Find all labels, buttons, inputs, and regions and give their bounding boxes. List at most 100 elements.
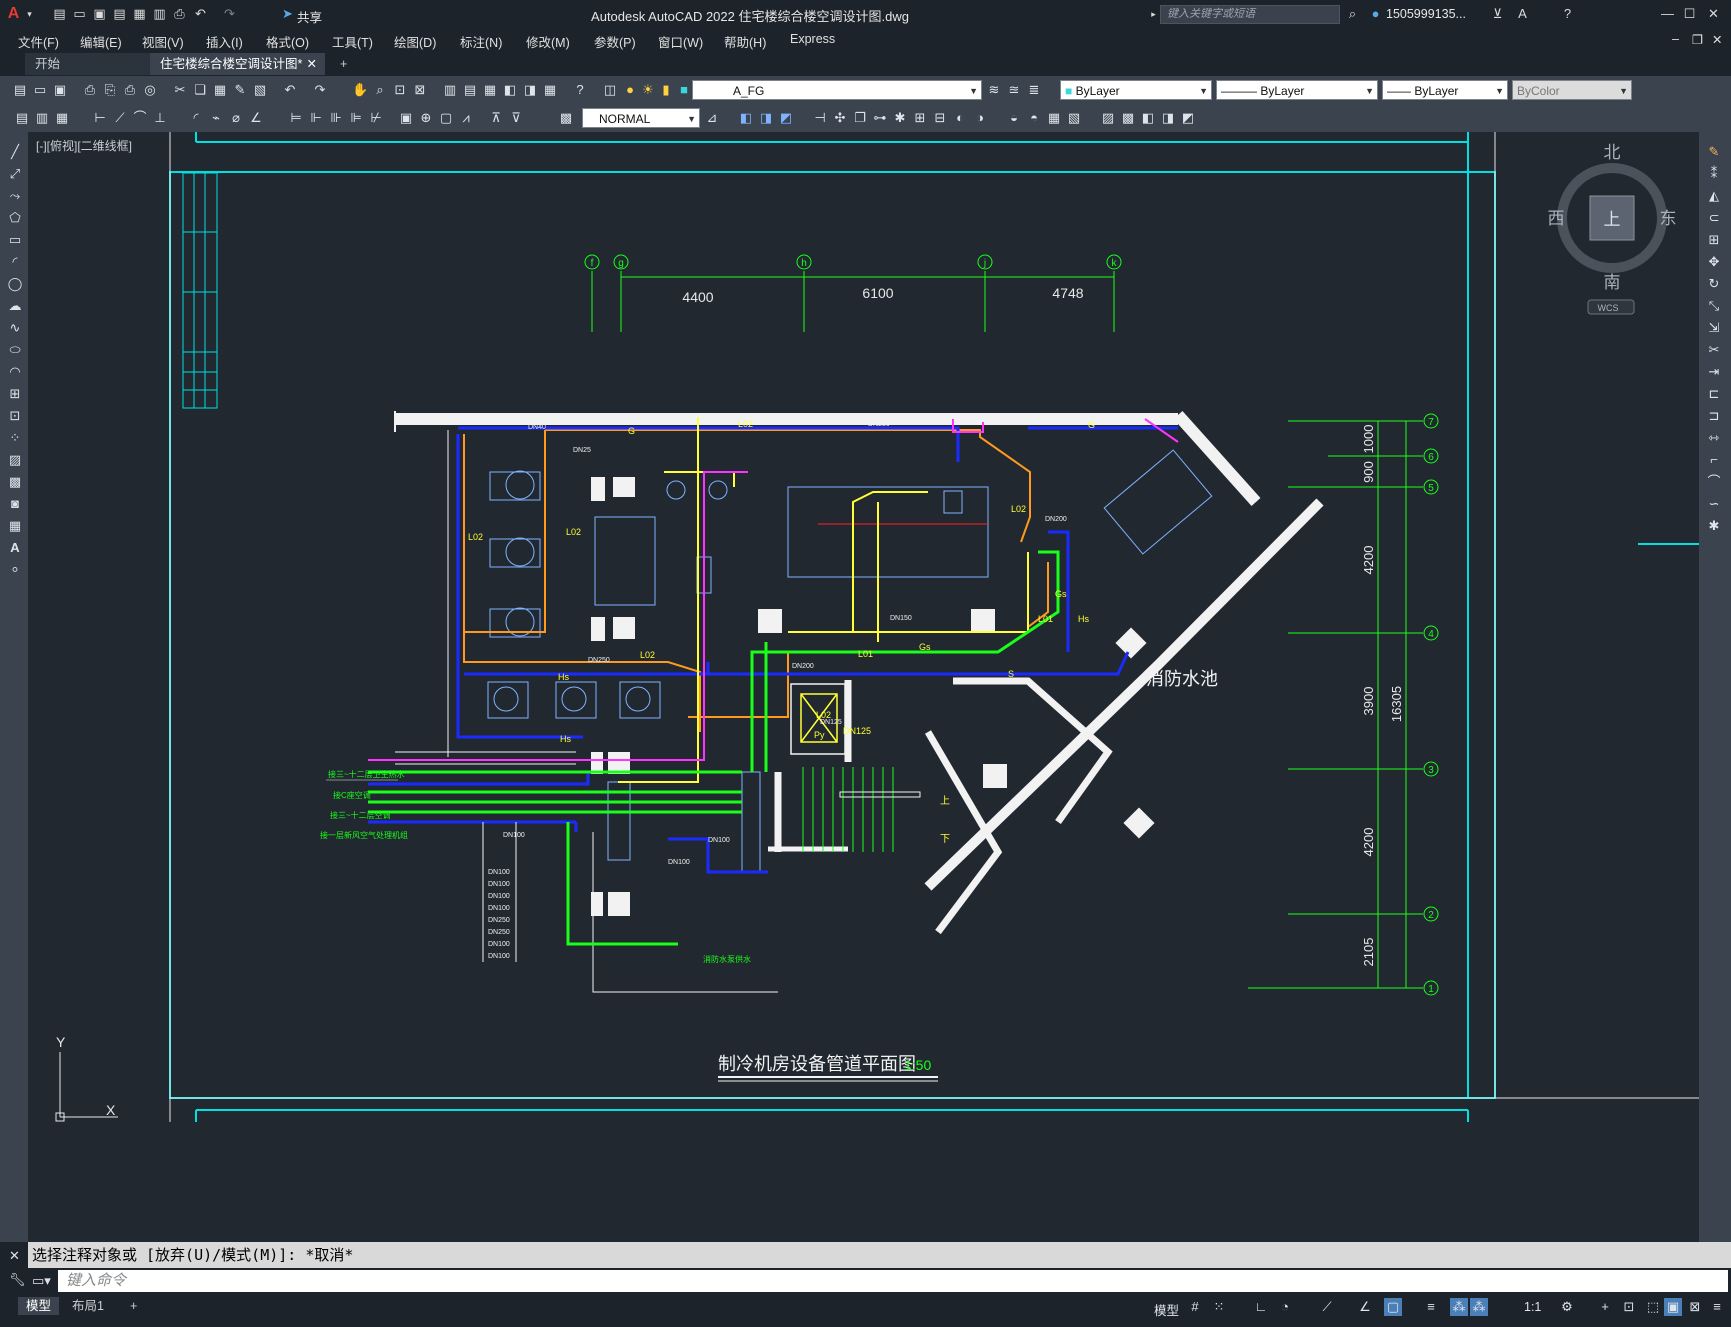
autodesk-app-icon[interactable]: A — [1515, 7, 1530, 21]
trim-icon[interactable]: ✂ — [1706, 342, 1722, 358]
circle-icon[interactable]: ◯ — [7, 276, 23, 292]
ellipse-arc-icon[interactable]: ◠ — [7, 364, 23, 380]
publish-icon[interactable]: ⎙ — [122, 82, 138, 98]
dim-edit-icon[interactable]: ⊼ — [488, 110, 504, 126]
group-icon[interactable]: ⊞ — [912, 110, 928, 126]
insert-block-icon[interactable]: ⊞ — [7, 386, 23, 402]
table-icon[interactable]: ▦ — [7, 518, 23, 534]
undo-icon[interactable]: ↶ — [193, 7, 208, 21]
dim-space-icon[interactable]: ⊫ — [348, 110, 364, 126]
color-dropdown[interactable]: ■ ByLayer ▼ — [1060, 80, 1212, 100]
dim-arc-icon[interactable]: ⌒ — [132, 110, 148, 126]
attach-icon[interactable]: ▦ — [1046, 110, 1062, 126]
stretch-icon[interactable]: ⇲ — [1706, 320, 1722, 336]
isodraft-icon[interactable]: ⟋ — [1318, 1298, 1336, 1316]
tool-palettes-icon[interactable]: ▦ — [482, 82, 498, 98]
layer-sun-icon[interactable]: ☀ — [640, 82, 656, 98]
search-input[interactable]: 键入关键字或短语 — [1160, 5, 1340, 24]
user-icon[interactable]: ● — [1368, 7, 1383, 21]
erase-icon[interactable]: ✎ — [1706, 144, 1722, 160]
mirror-icon[interactable]: ◭ — [1706, 188, 1722, 204]
array-icon[interactable]: ⊞ — [1706, 232, 1722, 248]
spline-icon[interactable]: ∿ — [7, 320, 23, 336]
close-icon[interactable]: ✕ — [1706, 7, 1721, 21]
workspace-gear-icon[interactable]: ⚙ — [1558, 1298, 1576, 1316]
construction-line-icon[interactable]: ⤢ — [7, 166, 23, 182]
tab-start[interactable]: 开始 — [25, 53, 150, 75]
layer-lock-icon[interactable]: ▮ — [658, 82, 674, 98]
transparency-icon[interactable]: ◩ — [1180, 110, 1196, 126]
graphics-perf-icon[interactable]: ▣ — [1664, 1298, 1682, 1316]
raster-icon[interactable]: ◧ — [1140, 110, 1156, 126]
doc-restore-icon[interactable]: ❐ — [1692, 32, 1703, 47]
layer-dropdown[interactable]: A_FG ▼ — [692, 80, 982, 100]
dim-linear-icon[interactable]: ⊢ — [92, 110, 108, 126]
linetype-dropdown[interactable]: ——— ByLayer ▼ — [1216, 80, 1378, 100]
break-icon[interactable]: ⊐ — [1706, 408, 1722, 424]
copy-tool-icon[interactable]: ❐ — [852, 110, 868, 126]
break-at-point-icon[interactable]: ⊏ — [1706, 386, 1722, 402]
explode-object-icon[interactable]: ✱ — [1706, 518, 1722, 534]
design-center-icon[interactable]: ▤ — [462, 82, 478, 98]
calculator-icon[interactable]: ▦ — [542, 82, 558, 98]
fillet-icon[interactable]: ⌒ — [1706, 474, 1722, 490]
clip-icon[interactable]: ▧ — [1066, 110, 1082, 126]
match-prop-icon[interactable]: ✎ — [232, 82, 248, 98]
mtext-icon[interactable]: A — [7, 540, 23, 556]
line-icon[interactable]: ╱ — [7, 144, 23, 160]
pan-icon[interactable]: ✋ — [352, 82, 368, 98]
save-web-icon[interactable]: ▥ — [152, 7, 167, 21]
extend-icon[interactable]: ⇥ — [1706, 364, 1722, 380]
isolate-objects-icon[interactable]: ⬚ — [1644, 1298, 1662, 1316]
cmd-settings-icon[interactable]: 🔧︎ — [9, 1272, 26, 1288]
isolate-icon[interactable]: ◐ — [952, 110, 968, 126]
frame-icon[interactable]: ▩ — [1120, 110, 1136, 126]
user-id[interactable]: 1505999135... — [1386, 7, 1466, 21]
adjust-icon[interactable]: ▨ — [1100, 110, 1116, 126]
menu-edit[interactable]: 编辑(E) — [80, 32, 122, 51]
doc-close-icon[interactable]: ✕ — [1712, 32, 1722, 47]
open-icon[interactable]: ▭ — [32, 82, 48, 98]
help-icon[interactable]: ? — [572, 82, 588, 98]
redo-icon[interactable]: ↷ — [222, 7, 237, 21]
minimize-icon[interactable]: — — [1660, 7, 1675, 21]
dim-ordinate-icon[interactable]: ⊥ — [152, 110, 168, 126]
lineweight-dropdown[interactable]: —— ByLayer ▼ — [1382, 80, 1508, 100]
ungroup-icon[interactable]: ⊟ — [932, 110, 948, 126]
draworder-above-icon[interactable]: ◩ — [778, 110, 794, 126]
sheetset-icon[interactable]: ◧ — [502, 82, 518, 98]
search-expand-icon[interactable]: ▸ — [1146, 7, 1161, 21]
offset-icon[interactable]: ⊂ — [1706, 210, 1722, 226]
share-icon[interactable]: ➤ — [280, 7, 295, 21]
point-icon[interactable]: ⁘ — [7, 430, 23, 446]
share-label[interactable]: 共享 — [297, 7, 322, 26]
annotation-scale[interactable]: 1:1 — [1524, 1300, 1541, 1314]
auto-scale-icon[interactable]: ⁂ — [1470, 1298, 1488, 1316]
copy-object-icon[interactable]: ⁑ — [1706, 166, 1722, 182]
plot-icon[interactable]: ⎙ — [82, 82, 98, 98]
properties-icon[interactable]: ▥ — [442, 82, 458, 98]
explode-icon[interactable]: ✱ — [892, 110, 908, 126]
add-selected-icon[interactable]: ⸰ — [7, 562, 23, 578]
polygon-icon[interactable]: ⬠ — [7, 210, 23, 226]
dim-update-icon[interactable]: ▥ — [34, 110, 50, 126]
draworder-front-icon[interactable]: ◧ — [738, 110, 754, 126]
markup-icon[interactable]: ◨ — [522, 82, 538, 98]
viewcube[interactable] — [1557, 163, 1667, 315]
3d-dwf-icon[interactable]: ◎ — [142, 82, 158, 98]
tolerance-icon[interactable]: ▣ — [398, 110, 414, 126]
new-icon[interactable]: ▤ — [52, 7, 67, 21]
qnew-icon[interactable]: ▤ — [12, 82, 28, 98]
scale-icon[interactable]: ⤡ — [1706, 298, 1722, 314]
join-icon[interactable]: ⇿ — [1706, 430, 1722, 446]
dim-continue-icon[interactable]: ⊪ — [328, 110, 344, 126]
inspect-icon[interactable]: ▢ — [438, 110, 454, 126]
grid-icon[interactable]: # — [1186, 1298, 1204, 1316]
dim-update2-icon[interactable]: ▩ — [558, 110, 574, 126]
qdim-icon[interactable]: ⊨ — [288, 110, 304, 126]
ortho-icon[interactable]: ∟ — [1252, 1298, 1270, 1316]
rectangle-icon[interactable]: ▭ — [7, 232, 23, 248]
block-editor-icon[interactable]: ▧ — [252, 82, 268, 98]
copy-icon[interactable]: ❏ — [192, 82, 208, 98]
model-space-button[interactable]: 模型 — [1154, 1300, 1179, 1319]
